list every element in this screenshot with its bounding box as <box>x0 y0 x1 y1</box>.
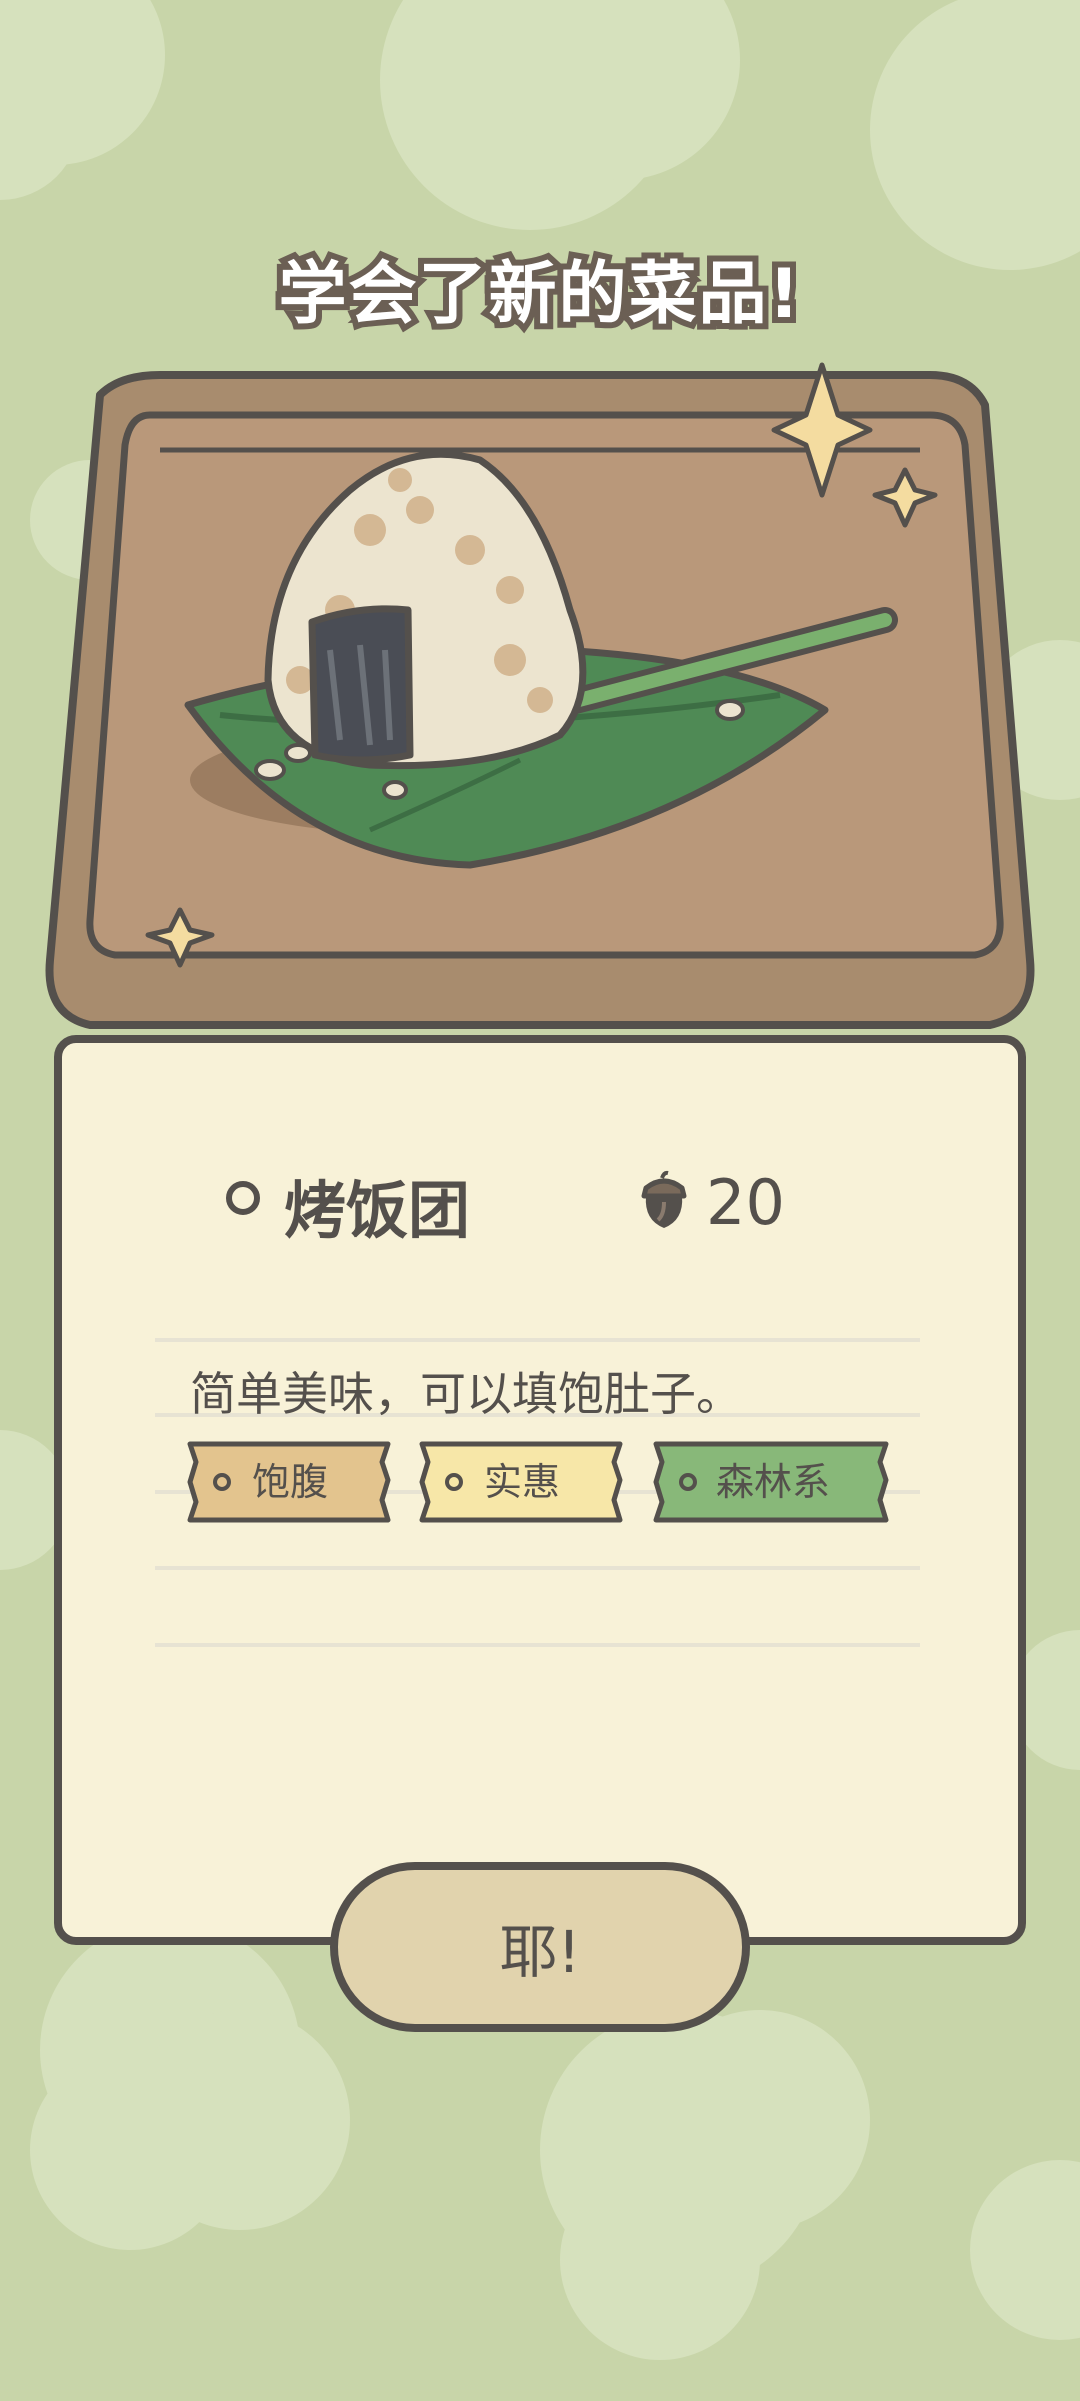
tag-label: 饱腹 <box>252 1460 329 1504</box>
dish-bullet-icon <box>226 1181 260 1215</box>
dish-price: 20 <box>706 1166 785 1239</box>
tag-label: 森林系 <box>716 1460 831 1504</box>
confirm-button[interactable]: 耶! <box>330 1862 750 2032</box>
screen-title: 学会了新的菜品! <box>272 249 805 340</box>
card-divider <box>155 1338 920 1342</box>
dish-illustration <box>45 362 1035 1029</box>
card-divider <box>155 1566 920 1570</box>
tag-label: 实惠 <box>484 1460 561 1504</box>
dish-description: 简单美味，可以填饱肚子。 <box>190 1367 742 1421</box>
acorn-icon <box>641 1170 687 1228</box>
dish-name: 烤饭团 <box>284 1174 471 1247</box>
card-divider <box>155 1643 920 1647</box>
